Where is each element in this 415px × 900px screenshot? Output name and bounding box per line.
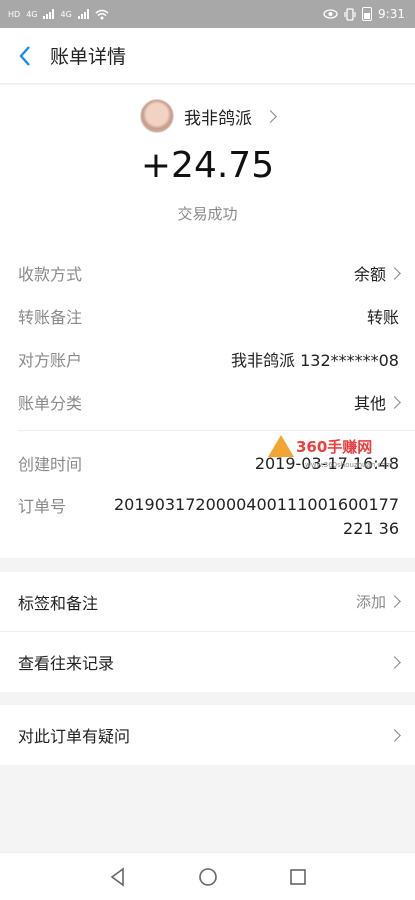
row-label: 对方账户	[18, 351, 83, 370]
dispute-card: 对此订单有疑问	[0, 705, 415, 765]
row-label: 收款方式	[18, 265, 83, 284]
row-transfer-note: 转账备注 转账	[18, 304, 399, 328]
chevron-right-icon	[388, 728, 401, 742]
row-label: 订单号	[18, 497, 67, 516]
dispute-item[interactable]: 对此订单有疑问	[0, 705, 415, 765]
row-category[interactable]: 账单分类 其他	[18, 390, 401, 414]
tags-notes-item[interactable]: 标签和备注 添加	[0, 572, 415, 632]
watermark-text: 360手赚网	[296, 437, 373, 456]
list-item-label: 对此订单有疑问	[18, 727, 131, 746]
watermark: 360手赚网	[268, 435, 372, 457]
chevron-right-icon	[388, 266, 401, 280]
add-label: 添加	[355, 593, 386, 611]
row-label: 创建时间	[18, 455, 83, 474]
row-value: 转账	[366, 308, 399, 327]
list-item-label: 查看往来记录	[18, 654, 115, 673]
chevron-right-icon	[264, 109, 277, 123]
recents-square-icon[interactable]	[287, 866, 309, 888]
avatar	[140, 99, 174, 133]
wifi-icon	[95, 9, 109, 19]
watermark-url: www.360shouzhuan.com	[305, 461, 393, 469]
row-payment-method[interactable]: 收款方式 余额	[18, 261, 401, 285]
row-value: 我非鸽派 132******08	[231, 351, 399, 370]
transaction-status: 交易成功	[177, 205, 238, 223]
chevron-right-icon	[388, 595, 401, 608]
chevron-right-icon	[388, 395, 401, 409]
list-item-label: 标签和备注	[18, 593, 99, 613]
row-order-number: 订单号 2019031720000400111001600177221 36	[18, 493, 399, 541]
payer-name: 我非鸽派	[184, 108, 252, 129]
signal-icon	[77, 9, 89, 19]
carrier-tag-2: 4G	[60, 9, 72, 19]
chevron-right-icon	[388, 655, 401, 669]
payer-link[interactable]: 我非鸽派	[0, 99, 415, 133]
row-counterparty: 对方账户 我非鸽派 132******08	[18, 347, 399, 371]
vibrate-icon	[344, 7, 356, 21]
actions-card: 标签和备注 添加 查看往来记录	[0, 572, 415, 692]
network-label: HD	[8, 9, 21, 19]
carrier-tag-1: 4G	[26, 9, 38, 19]
clock: 9:31	[378, 7, 405, 21]
status-bar: HD 4G 4G 9:31	[0, 0, 415, 28]
divider	[18, 430, 415, 431]
page-header: 账单详情	[0, 28, 415, 84]
watermark-logo-icon	[268, 435, 294, 457]
page-title: 账单详情	[50, 46, 127, 68]
row-label: 转账备注	[18, 308, 83, 327]
row-value: 余额	[353, 265, 386, 284]
back-triangle-icon[interactable]	[107, 866, 129, 888]
chevron-left-icon	[19, 45, 30, 66]
amount: +24.75	[140, 145, 275, 186]
eye-icon	[323, 9, 338, 19]
navigation-bar	[0, 852, 415, 900]
back-button[interactable]	[0, 28, 50, 84]
bill-card: 我非鸽派 +24.75 交易成功 收款方式 余额 转账备注 转账 对方账户 我非…	[0, 85, 415, 558]
history-records-item[interactable]: 查看往来记录	[0, 632, 415, 692]
order-number: 2019031720000400111001600177221 36	[113, 495, 399, 538]
battery-icon	[362, 7, 373, 21]
row-value: 其他	[353, 394, 386, 413]
signal-icon	[43, 9, 55, 19]
home-circle-icon[interactable]	[197, 866, 219, 888]
row-label: 账单分类	[18, 394, 83, 413]
